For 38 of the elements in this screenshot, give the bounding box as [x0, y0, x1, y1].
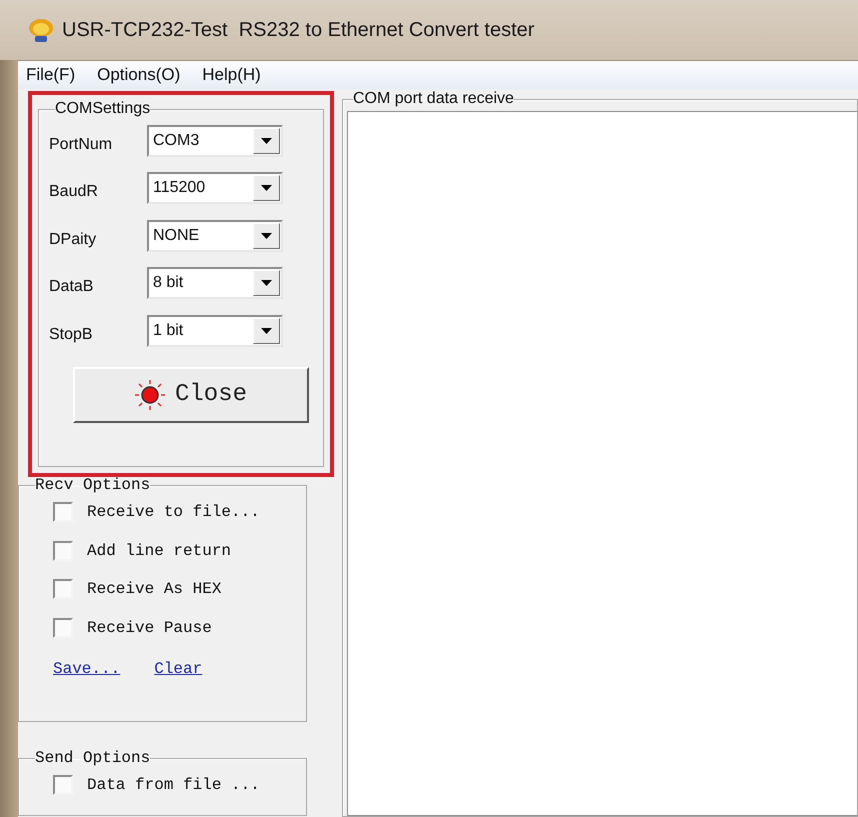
checkbox-label: Receive to file...	[87, 502, 260, 524]
menu-item[interactable]: Help(H)	[200, 62, 263, 88]
checkbox[interactable]	[53, 540, 73, 561]
field-label: PortNum	[49, 134, 114, 155]
dropdown[interactable]: NONE	[147, 220, 283, 252]
checkbox-label: Receive Pause	[87, 618, 212, 639]
dropdown[interactable]: COM3	[147, 124, 283, 157]
group-title: Recv Options	[35, 477, 150, 493]
dropdown-arrow-icon	[261, 185, 272, 192]
field-label: DPaity	[49, 230, 98, 250]
group-title: COM port data receive	[353, 91, 514, 107]
dropdown[interactable]: 1 bit	[147, 314, 283, 347]
checkbox[interactable]	[53, 502, 73, 522]
lamp-icon	[134, 380, 165, 410]
dropdown-arrow-icon	[261, 232, 272, 239]
checkbox-label: Data from file ...	[87, 775, 260, 796]
close-port-button[interactable]: Close	[73, 366, 309, 422]
dropdown[interactable]: 115200	[147, 172, 283, 204]
menu-item[interactable]: Options(O)	[95, 62, 182, 88]
link[interactable]: Save...	[53, 657, 120, 681]
group-title: Send Options	[35, 750, 150, 766]
checkbox-label: Add line return	[87, 540, 232, 562]
checkbox[interactable]	[53, 618, 73, 638]
dropdown-arrow-icon	[261, 328, 272, 334]
link[interactable]: Clear	[154, 657, 202, 681]
field-label: DataB	[49, 277, 94, 298]
menu-item[interactable]: File(F)	[24, 62, 78, 88]
checkbox[interactable]	[53, 775, 73, 796]
dropdown[interactable]: 8 bit	[147, 267, 283, 300]
app-icon	[26, 17, 56, 43]
dropdown-arrow-icon	[261, 138, 272, 144]
field-label: StopB	[49, 324, 94, 345]
checkbox[interactable]	[53, 579, 73, 600]
window-title: USR-TCP232-Test RS232 to Ethernet Convert tester	[62, 18, 534, 43]
field-label: BaudR	[49, 182, 99, 202]
group-title: COMSettings	[55, 101, 150, 117]
checkbox-label: Receive As HEX	[87, 579, 222, 600]
dropdown-arrow-icon	[261, 280, 272, 286]
